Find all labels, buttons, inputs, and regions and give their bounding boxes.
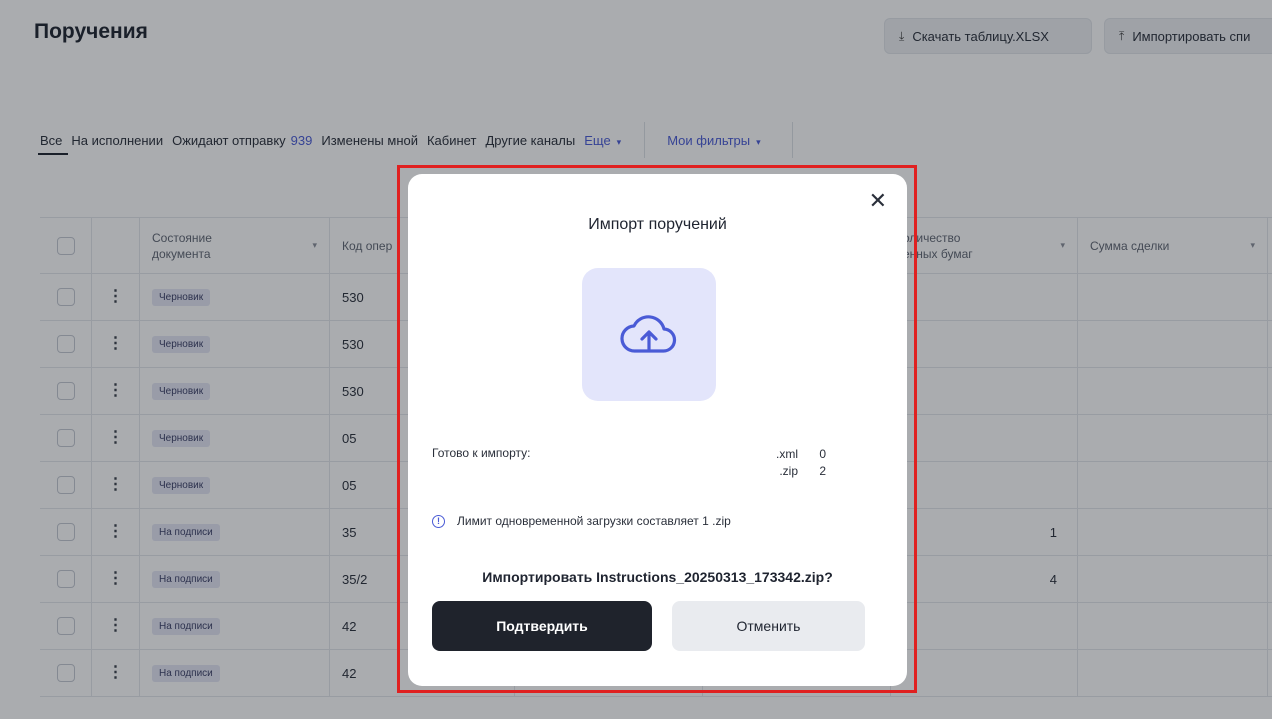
upload-limit-notice: ! Лимит одновременной загрузки составляе… xyxy=(432,514,731,528)
file-count-row: .zip 2 xyxy=(779,464,826,478)
close-icon[interactable]: ✕ xyxy=(869,190,887,212)
import-dialog: ✕ Импорт поручений Готово к импорту: .xm… xyxy=(408,174,907,686)
confirm-button[interactable]: Подтвердить xyxy=(432,601,652,651)
upload-dropzone[interactable] xyxy=(582,268,716,401)
dialog-title: Импорт поручений xyxy=(588,216,727,233)
ready-to-import-label: Готово к импорту: xyxy=(432,446,531,460)
file-count-row: .xml 0 xyxy=(776,447,826,461)
info-icon: ! xyxy=(432,514,445,528)
cloud-upload-icon xyxy=(620,314,677,353)
cancel-button[interactable]: Отменить xyxy=(672,601,865,651)
import-confirm-question: Импортировать Instructions_20250313_1733… xyxy=(482,569,833,585)
file-counts: .xml 0 .zip 2 xyxy=(768,446,826,480)
